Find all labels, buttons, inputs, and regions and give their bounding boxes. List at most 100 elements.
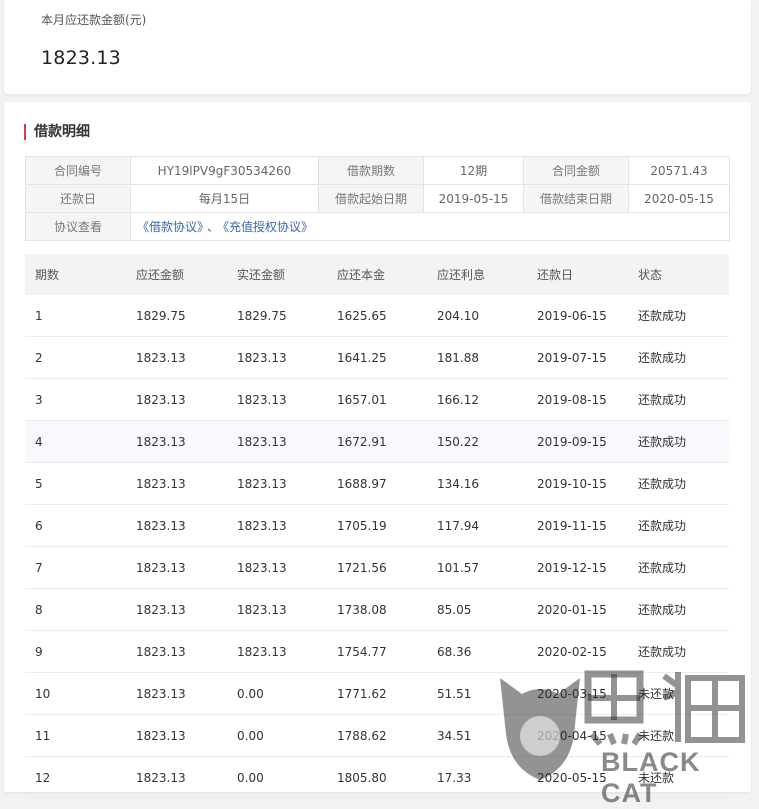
cell-amount-due: 1823.13	[126, 420, 227, 463]
header-period: 期数	[25, 254, 126, 295]
header-status: 状态	[628, 254, 729, 295]
cell-principal: 1625.65	[327, 295, 427, 337]
start-date-value: 2019-05-15	[423, 184, 524, 213]
cell-amount-due: 1823.13	[126, 546, 227, 589]
cell-principal: 1657.01	[327, 378, 427, 421]
cell-amount-due: 1823.13	[126, 672, 227, 715]
cell-principal: 1771.62	[327, 672, 427, 715]
cell-amount-due: 1823.13	[126, 630, 227, 673]
cell-amount-paid: 0.00	[227, 714, 327, 757]
cell-status: 还款成功	[628, 378, 729, 421]
section-title: 借款明细	[24, 124, 90, 140]
cell-principal: 1805.80	[327, 756, 427, 799]
cell-amount-paid: 1823.13	[227, 420, 327, 463]
contract-amount-label: 合同金额	[523, 156, 629, 185]
repayment-schedule-table: 期数 应还金额 实还金额 应还本金 应还利息 还款日 状态 1 1829.75 18…	[25, 254, 729, 799]
table-row: 4 1823.13 1823.13 1672.91 150.22 2019-09-15 还款…	[25, 420, 729, 463]
cell-interest: 150.22	[427, 420, 527, 463]
cell-principal: 1721.56	[327, 546, 427, 589]
cell-period: 6	[25, 504, 126, 547]
cell-status: 还款成功	[628, 588, 729, 631]
cell-status: 还款成功	[628, 546, 729, 589]
cell-interest: 134.16	[427, 462, 527, 505]
cell-interest: 101.57	[427, 546, 527, 589]
due-day-label: 还款日	[25, 184, 131, 213]
monthly-due-amount: 1823.13	[41, 47, 121, 69]
cell-amount-due: 1823.13	[126, 714, 227, 757]
cell-period: 11	[25, 714, 126, 757]
cell-principal: 1688.97	[327, 462, 427, 505]
cell-due-date: 2020-03-15	[527, 672, 628, 715]
cell-due-date: 2019-09-15	[527, 420, 628, 463]
cell-period: 9	[25, 630, 126, 673]
header-amount-due: 应还金额	[126, 254, 227, 295]
cell-amount-paid: 1823.13	[227, 462, 327, 505]
loan-agreement-link[interactable]: 《借款协议》	[137, 220, 203, 234]
table-row: 1 1829.75 1829.75 1625.65 204.10 2019-06-15 还款…	[25, 295, 729, 337]
cell-interest: 51.51	[427, 672, 527, 715]
info-row: 还款日 每月15日 借款起始日期 2019-05-15 借款结束日期 2020-…	[25, 184, 730, 213]
cell-status: 还款成功	[628, 336, 729, 379]
schedule-header-row: 期数 应还金额 实还金额 应还本金 应还利息 还款日 状态	[25, 254, 729, 295]
cell-period: 1	[25, 295, 126, 337]
cell-amount-due: 1823.13	[126, 378, 227, 421]
cell-due-date: 2020-01-15	[527, 588, 628, 631]
cell-due-date: 2019-10-15	[527, 462, 628, 505]
cell-amount-due: 1823.13	[126, 756, 227, 799]
cell-period: 12	[25, 756, 126, 799]
cell-principal: 1705.19	[327, 504, 427, 547]
cell-principal: 1672.91	[327, 420, 427, 463]
cell-interest: 181.88	[427, 336, 527, 379]
header-principal: 应还本金	[327, 254, 427, 295]
cell-status: 还款成功	[628, 504, 729, 547]
end-date-value: 2020-05-15	[628, 184, 730, 213]
end-date-label: 借款结束日期	[523, 184, 629, 213]
contract-no-value: HY19lPV9gF30534260	[130, 156, 319, 185]
cell-period: 3	[25, 378, 126, 421]
contract-amount-value: 20571.43	[628, 156, 730, 185]
cell-period: 8	[25, 588, 126, 631]
cell-amount-due: 1823.13	[126, 588, 227, 631]
info-row: 合同编号 HY19lPV9gF30534260 借款期数 12期 合同金额 20…	[25, 156, 730, 185]
cell-due-date: 2019-07-15	[527, 336, 628, 379]
contract-no-label: 合同编号	[25, 156, 131, 185]
cell-interest: 17.33	[427, 756, 527, 799]
monthly-due-label: 本月应还款金额(元)	[41, 13, 147, 27]
loan-detail-card: 借款明细 合同编号 HY19lPV9gF30534260 借款期数 12期 合同…	[4, 102, 751, 799]
cell-amount-paid: 1823.13	[227, 588, 327, 631]
monthly-due-card: 本月应还款金额(元) 1823.13	[4, 0, 751, 94]
start-date-label: 借款起始日期	[318, 184, 424, 213]
cell-amount-paid: 1823.13	[227, 504, 327, 547]
cell-due-date: 2020-02-15	[527, 630, 628, 673]
agreement-label: 协议查看	[25, 212, 131, 241]
cell-amount-paid: 1823.13	[227, 630, 327, 673]
cell-amount-due: 1829.75	[126, 295, 227, 337]
header-amount-paid: 实还金额	[227, 254, 327, 295]
cell-period: 10	[25, 672, 126, 715]
cell-status: 未还款	[628, 714, 729, 757]
table-row: 2 1823.13 1823.13 1641.25 181.88 2019-07-15 还款…	[25, 336, 729, 379]
agreement-separator: 、	[207, 220, 220, 234]
cell-principal: 1738.08	[327, 588, 427, 631]
term-label: 借款期数	[318, 156, 424, 185]
cell-due-date: 2019-11-15	[527, 504, 628, 547]
agreement-links: 《借款协议》、《充值授权协议》	[130, 212, 730, 241]
cell-principal: 1788.62	[327, 714, 427, 757]
cell-status: 还款成功	[628, 420, 729, 463]
schedule-body: 1 1829.75 1829.75 1625.65 204.10 2019-06-15 还款…	[25, 295, 729, 799]
cell-status: 还款成功	[628, 295, 729, 337]
recharge-authorization-link[interactable]: 《充值授权协议》	[223, 220, 313, 234]
cell-due-date: 2019-08-15	[527, 378, 628, 421]
cell-period: 5	[25, 462, 126, 505]
table-row: 10 1823.13 0.00 1771.62 51.51 2020-03-15 未还款	[25, 672, 729, 715]
cell-due-date: 2019-06-15	[527, 295, 628, 337]
cell-period: 7	[25, 546, 126, 589]
table-row: 3 1823.13 1823.13 1657.01 166.12 2019-08-15 还款…	[25, 378, 729, 421]
cell-due-date: 2019-12-15	[527, 546, 628, 589]
table-row: 8 1823.13 1823.13 1738.08 85.05 2020-01-15 还款成…	[25, 588, 729, 631]
cell-due-date: 2020-04-15	[527, 714, 628, 757]
cell-status: 未还款	[628, 756, 729, 799]
cell-due-date: 2020-05-15	[527, 756, 628, 799]
cell-status: 还款成功	[628, 462, 729, 505]
cell-amount-due: 1823.13	[126, 336, 227, 379]
